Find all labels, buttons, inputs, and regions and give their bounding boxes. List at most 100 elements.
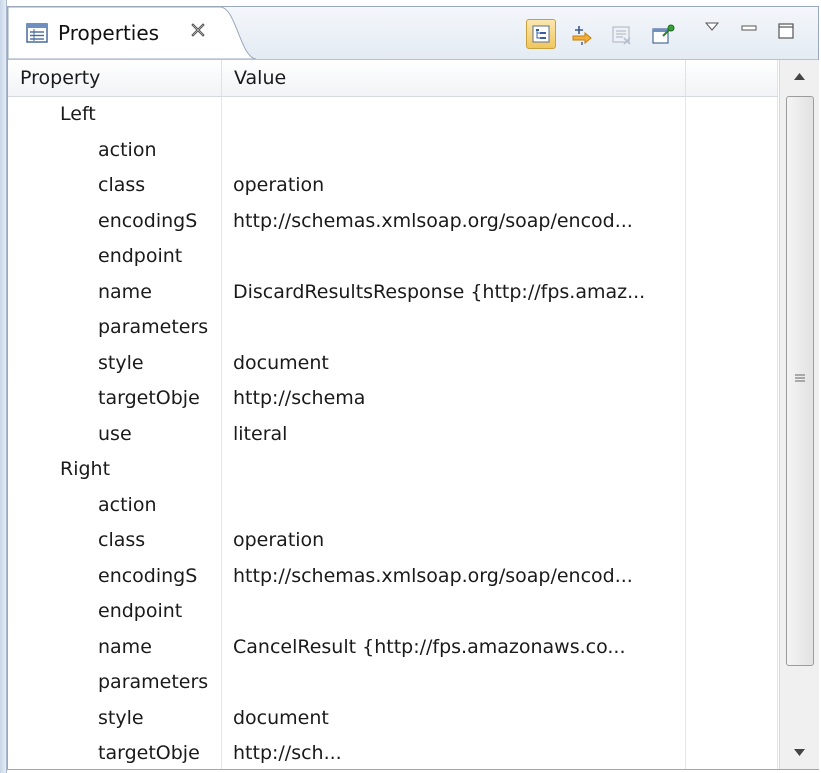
table-header: Property Value (8, 60, 778, 97)
scroll-grip-icon (795, 374, 805, 382)
table-row[interactable]: action (8, 132, 778, 168)
property-value-cell[interactable]: document (222, 700, 686, 736)
property-value-cell[interactable] (222, 594, 686, 630)
property-value-cell[interactable]: http://sch... (222, 736, 686, 769)
properties-window: Properties Property Value Left action cl… (0, 0, 821, 773)
property-value-cell[interactable]: DiscardResultsResponse {http://fps.amaz.… (222, 274, 686, 310)
extra-cell (686, 523, 778, 559)
table-row[interactable]: parameters (8, 665, 778, 701)
property-name-cell: style (8, 700, 222, 736)
extra-cell (686, 665, 778, 701)
table-row[interactable]: encodingS http://schemas.xmlsoap.org/soap… (8, 558, 778, 594)
property-name-cell: action (8, 132, 222, 168)
tab-title: Properties (58, 21, 160, 45)
show-advanced-properties-button[interactable] (568, 21, 594, 47)
property-name-cell: endpoint (8, 594, 222, 630)
extra-cell (686, 416, 778, 452)
table-row[interactable]: endpoint (8, 594, 778, 630)
property-name-cell: encodingS (8, 558, 222, 594)
show-advanced-properties-icon (572, 26, 592, 45)
property-name-cell: Left (8, 97, 222, 133)
table-row[interactable]: action (8, 487, 778, 523)
minimize-icon[interactable] (740, 23, 758, 33)
column-header-property[interactable]: Property (8, 60, 222, 96)
property-value-cell[interactable]: operation (222, 168, 686, 204)
table-row[interactable]: style document (8, 345, 778, 381)
properties-view: Properties Property Value Left action cl… (7, 6, 819, 770)
property-name-cell: endpoint (8, 239, 222, 275)
table-row[interactable]: targetObje http://sch... (8, 736, 778, 769)
property-value-cell[interactable]: CancelResult {http://fps.amazonaws.co... (222, 629, 686, 665)
show-categories-icon (532, 25, 550, 43)
property-value-cell[interactable]: http://schema (222, 381, 686, 417)
table-row[interactable]: parameters (8, 310, 778, 346)
extra-cell (686, 310, 778, 346)
property-value-cell[interactable] (222, 310, 686, 346)
workbench-left-edge (0, 0, 7, 773)
property-value-cell[interactable]: document (222, 345, 686, 381)
extra-cell (686, 594, 778, 630)
pin-to-selection-button[interactable] (648, 21, 675, 47)
table-row[interactable]: style document (8, 700, 778, 736)
column-header-extra[interactable] (686, 60, 778, 96)
property-value-cell[interactable] (222, 239, 686, 275)
extra-cell (686, 629, 778, 665)
extra-cell (686, 736, 778, 769)
property-value-cell[interactable] (222, 132, 686, 168)
property-value-cell[interactable]: literal (222, 416, 686, 452)
table-row[interactable]: class operation (8, 168, 778, 204)
extra-cell (686, 168, 778, 204)
property-name-cell: name (8, 274, 222, 310)
table-row[interactable]: encodingS http://schemas.xmlsoap.org/soap… (8, 203, 778, 239)
restore-default-value-button[interactable] (608, 21, 634, 47)
scroll-up-arrow-icon[interactable] (780, 60, 819, 92)
extra-cell (686, 381, 778, 417)
properties-view-icon (26, 23, 48, 43)
table-row-category[interactable]: Right (8, 452, 778, 488)
pin-to-selection-icon (652, 24, 675, 44)
table-row[interactable]: endpoint (8, 239, 778, 275)
view-tab-bar: Properties (8, 7, 818, 60)
table-row[interactable]: targetObje http://schema (8, 381, 778, 417)
scroll-down-arrow-icon[interactable] (780, 737, 819, 769)
extra-cell (686, 132, 778, 168)
extra-cell (686, 97, 778, 133)
extra-cell (686, 700, 778, 736)
property-name-cell: class (8, 523, 222, 559)
table-row[interactable]: class operation (8, 523, 778, 559)
extra-cell (686, 345, 778, 381)
property-value-cell[interactable]: http://schemas.xmlsoap.org/soap/encod... (222, 203, 686, 239)
table-row[interactable]: use literal (8, 416, 778, 452)
property-name-cell: targetObje (8, 381, 222, 417)
properties-table: Property Value Left action class operation e… (8, 60, 778, 769)
show-categories-button[interactable] (526, 19, 556, 49)
property-value-cell[interactable] (222, 97, 686, 133)
property-name-cell: parameters (8, 310, 222, 346)
property-value-cell[interactable] (222, 452, 686, 488)
property-name-cell: Right (8, 452, 222, 488)
column-header-value[interactable]: Value (222, 60, 686, 96)
property-value-cell[interactable]: operation (222, 523, 686, 559)
vertical-scrollbar[interactable] (779, 60, 819, 769)
tab-properties[interactable]: Properties (8, 7, 256, 59)
property-value-cell[interactable] (222, 487, 686, 523)
property-value-cell[interactable] (222, 665, 686, 701)
extra-cell (686, 558, 778, 594)
table-row[interactable]: name CancelResult {http://fps.amazonaws.c… (8, 629, 778, 665)
table-row-category[interactable]: Left (8, 97, 778, 133)
property-name-cell: parameters (8, 665, 222, 701)
property-name-cell: name (8, 629, 222, 665)
close-icon[interactable] (189, 21, 207, 39)
scrollbar-thumb[interactable] (786, 96, 814, 666)
extra-cell (686, 274, 778, 310)
table-body: Left action class operation encodingS http://… (8, 97, 778, 769)
property-value-cell[interactable]: http://schemas.xmlsoap.org/soap/encod... (222, 558, 686, 594)
table-row[interactable]: name DiscardResultsResponse {http://fps.a… (8, 274, 778, 310)
extra-cell (686, 203, 778, 239)
view-toolbar (518, 7, 818, 59)
extra-cell (686, 452, 778, 488)
view-menu-icon[interactable] (704, 21, 720, 33)
property-name-cell: targetObje (8, 736, 222, 769)
extra-cell (686, 239, 778, 275)
maximize-icon[interactable] (776, 21, 796, 41)
